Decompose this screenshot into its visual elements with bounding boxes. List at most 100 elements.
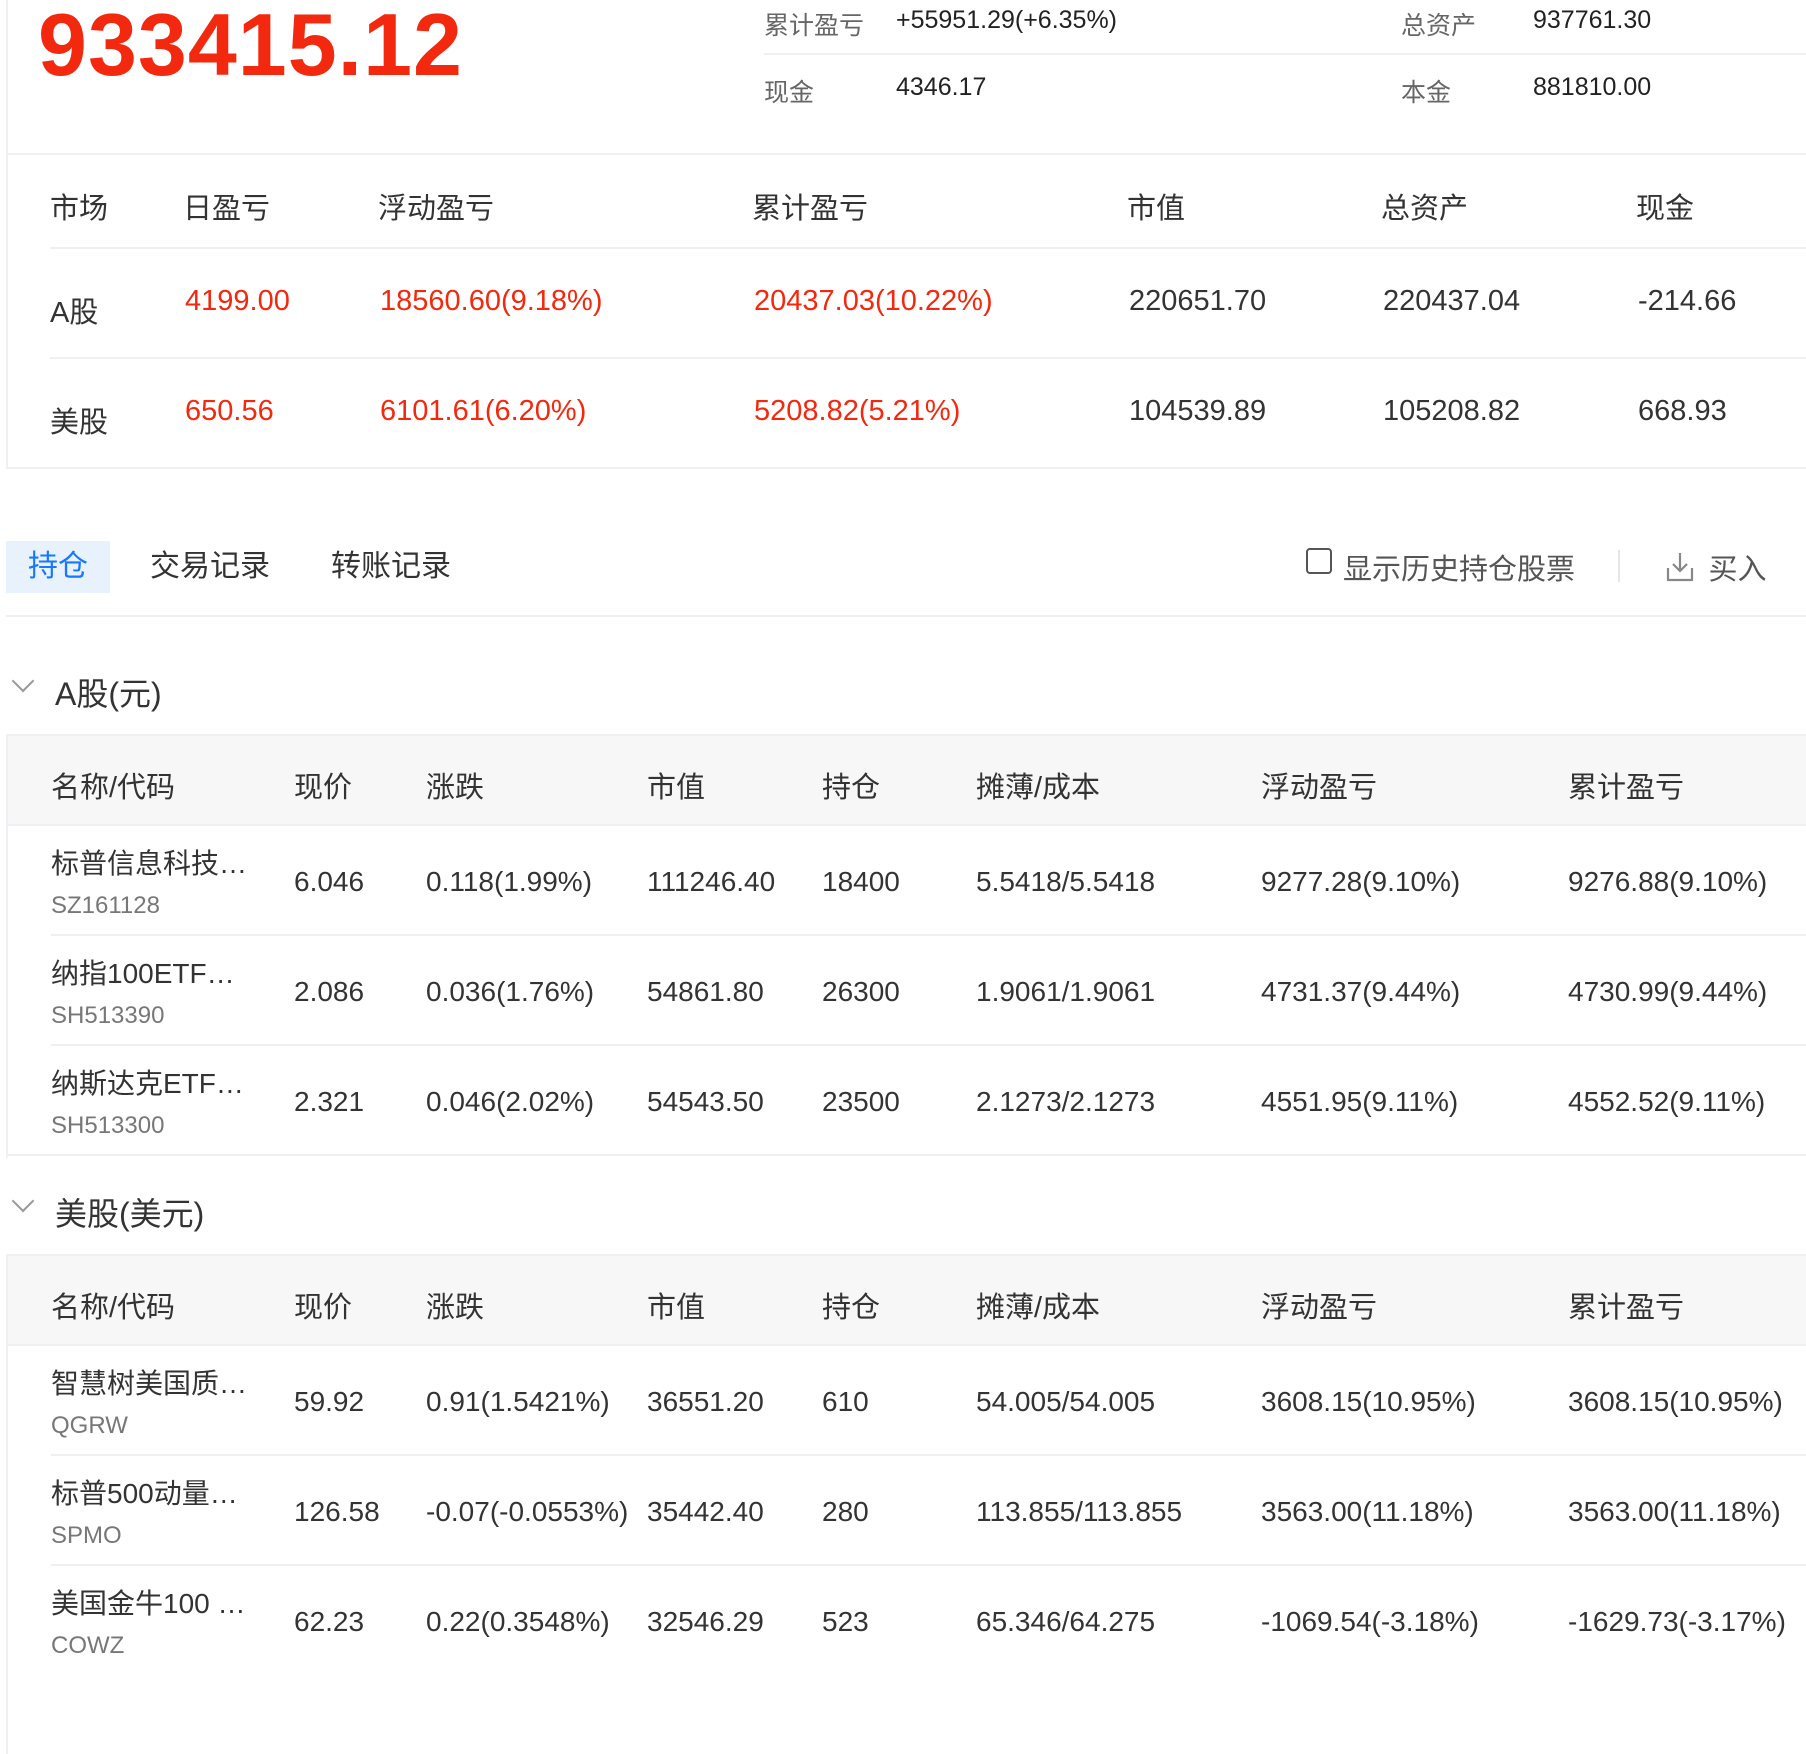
divider: [6, 153, 1806, 155]
holding-change: 0.91(1.5421%): [426, 1386, 610, 1417]
holding-mv: 54861.80: [647, 976, 764, 1007]
holding-mv: 54543.50: [647, 1086, 764, 1117]
summary-label-cum-pl: 累计盈亏: [764, 12, 865, 40]
border: [6, 734, 8, 1158]
holdings-col-header: 累计盈亏: [1568, 772, 1685, 804]
holding-cum: 3563.00(11.18%): [1568, 1496, 1781, 1527]
tab-trade-records[interactable]: 交易记录: [150, 541, 270, 593]
divider: [6, 1154, 1806, 1156]
holding-price: 62.23: [294, 1606, 365, 1637]
market-cell: 6101.61(6.20%): [380, 395, 587, 427]
holding-code: COWZ: [51, 1632, 125, 1659]
holding-mv: 111246.40: [647, 866, 776, 897]
market-col-header: 浮动盈亏: [378, 193, 495, 225]
show-history-label[interactable]: 显示历史持仓股票: [1343, 546, 1575, 588]
holding-row[interactable]: [6, 936, 1806, 1046]
holding-price: 59.92: [294, 1386, 365, 1417]
section-title[interactable]: 美股(美元): [55, 1189, 204, 1235]
summary-label-cash: 现金: [764, 79, 815, 107]
holding-row[interactable]: [6, 826, 1806, 936]
holding-qty: 23500: [822, 1086, 900, 1117]
market-col-header: 市场: [50, 193, 109, 225]
holdings-col-header: 持仓: [822, 772, 881, 804]
market-cell: 220437.04: [1383, 285, 1521, 317]
tab-transfer-records[interactable]: 转账记录: [331, 541, 451, 593]
download-icon: [1666, 553, 1694, 582]
market-cell: 18560.60(9.18%): [380, 285, 603, 317]
holding-cost: 5.5418/5.5418: [976, 866, 1156, 897]
holding-cum: -1629.73(-3.17%): [1568, 1606, 1786, 1637]
market-col-header: 市值: [1127, 193, 1186, 225]
summary-value-total-assets: 937761.30: [1533, 6, 1652, 34]
holdings-col-header: 浮动盈亏: [1261, 772, 1378, 804]
holding-row[interactable]: [6, 1046, 1806, 1156]
holding-name[interactable]: 标普信息科技…: [51, 842, 247, 882]
summary-label-principal: 本金: [1401, 79, 1452, 107]
holding-cost: 1.9061/1.9061: [976, 976, 1156, 1007]
section-header-us[interactable]: [0, 1183, 1806, 1233]
holding-name[interactable]: 标普500动量…: [51, 1472, 238, 1512]
holding-float: 3563.00(11.18%): [1261, 1496, 1474, 1527]
holding-code: SPMO: [51, 1522, 122, 1549]
holdings-col-header: 名称/代码: [51, 772, 176, 804]
holdings-col-header: 市值: [647, 1292, 706, 1324]
divider: [764, 53, 1806, 55]
holding-cum: 4552.52(9.11%): [1568, 1086, 1766, 1117]
market-cell: -214.66: [1638, 285, 1737, 317]
market-cell: 104539.89: [1129, 395, 1267, 427]
divider: [6, 615, 1806, 617]
holdings-col-header: 市值: [647, 772, 706, 804]
holding-change: 0.036(1.76%): [426, 976, 595, 1007]
holdings-col-header: 名称/代码: [51, 1292, 176, 1324]
holding-float: 3608.15(10.95%): [1261, 1386, 1476, 1417]
border: [6, 1254, 8, 1754]
market-col-header: 累计盈亏: [752, 193, 869, 225]
market-name: 美股: [50, 407, 109, 439]
holding-code: SH513300: [51, 1112, 165, 1139]
holdings-col-header: 累计盈亏: [1568, 1292, 1685, 1324]
holding-name[interactable]: 纳指100ETF…: [51, 952, 235, 992]
show-history-checkbox[interactable]: [1306, 548, 1332, 574]
holding-row[interactable]: [6, 1346, 1806, 1456]
market-cell: 20437.03(10.22%): [754, 285, 993, 317]
holding-qty: 523: [822, 1606, 869, 1637]
section-header-a[interactable]: [0, 663, 1806, 713]
holding-name[interactable]: 纳斯达克ETF…: [51, 1062, 244, 1102]
market-cell: 5208.82(5.21%): [754, 395, 961, 427]
market-cell: 668.93: [1638, 395, 1727, 427]
holding-price: 2.321: [294, 1086, 365, 1117]
summary-label-total-assets: 总资产: [1401, 12, 1477, 40]
holding-name[interactable]: 美国金牛100 …: [51, 1582, 246, 1622]
holding-row[interactable]: [6, 1566, 1806, 1676]
section-title[interactable]: A股(元): [55, 669, 162, 715]
holdings-col-header: 摊薄/成本: [976, 1292, 1101, 1324]
holding-cost: 2.1273/2.1273: [976, 1086, 1156, 1117]
market-name: A股: [50, 297, 99, 329]
holding-cost: 113.855/113.855: [976, 1496, 1183, 1527]
holding-mv: 36551.20: [647, 1386, 764, 1417]
holding-float: 9277.28(9.10%): [1261, 866, 1461, 897]
holdings-table-header: [6, 734, 1806, 826]
holding-name[interactable]: 智慧树美国质…: [51, 1362, 247, 1402]
holdings-col-header: 涨跌: [426, 772, 485, 804]
holding-row[interactable]: [6, 1456, 1806, 1566]
market-cell: 650.56: [185, 395, 274, 427]
holding-qty: 18400: [822, 866, 900, 897]
holdings-col-header: 涨跌: [426, 1292, 485, 1324]
summary-value-principal: 881810.00: [1533, 73, 1652, 101]
holding-float: -1069.54(-3.18%): [1261, 1606, 1479, 1637]
holding-float: 4551.95(9.11%): [1261, 1086, 1459, 1117]
holdings-col-header: 现价: [294, 772, 353, 804]
holdings-col-header: 摊薄/成本: [976, 772, 1101, 804]
summary-value-cash: 4346.17: [896, 73, 987, 101]
holding-price: 126.58: [294, 1496, 380, 1527]
holding-cum: 3608.15(10.95%): [1568, 1386, 1783, 1417]
holding-code: SZ161128: [51, 892, 160, 919]
buy-button[interactable]: 买入: [1664, 546, 1766, 588]
market-col-header: 日盈亏: [183, 193, 271, 225]
tab-holdings[interactable]: 持仓: [6, 541, 110, 593]
holding-cum: 4730.99(9.44%): [1568, 976, 1768, 1007]
holding-qty: 280: [822, 1496, 869, 1527]
holding-change: 0.118(1.99%): [426, 866, 593, 897]
holding-change: -0.07(-0.0553%): [426, 1496, 629, 1527]
